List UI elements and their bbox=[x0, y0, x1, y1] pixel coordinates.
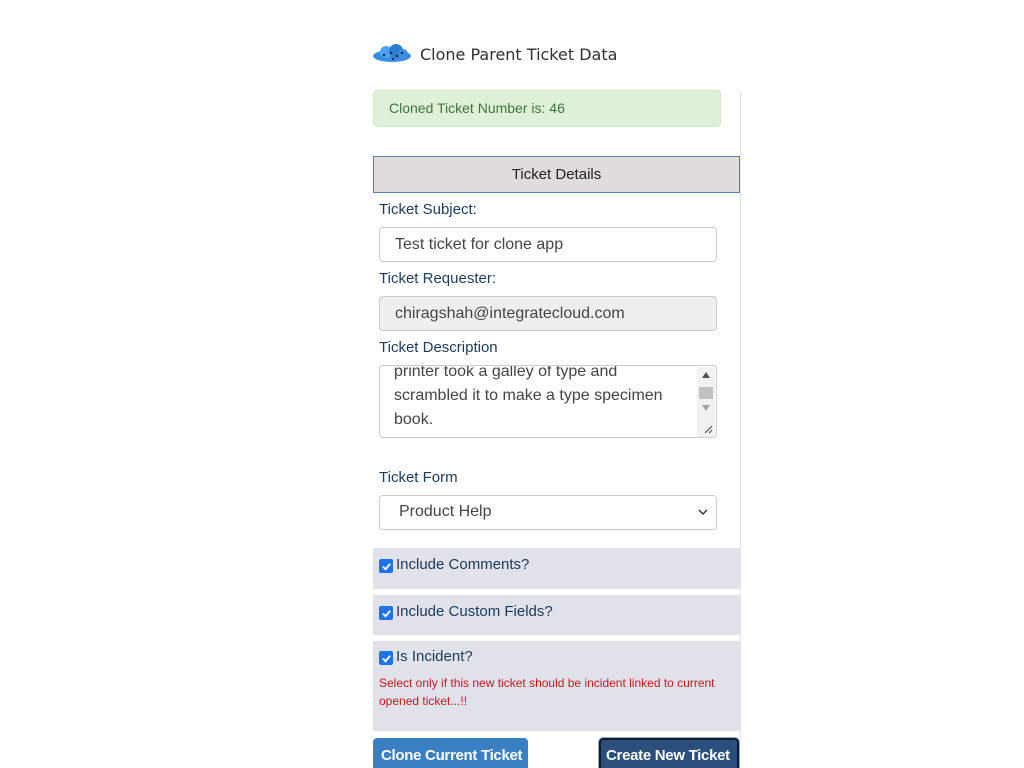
chevron-down-icon bbox=[698, 509, 708, 516]
include-comments-checkbox[interactable] bbox=[379, 559, 393, 573]
alert-message: Cloned Ticket Number is: 46 bbox=[389, 100, 565, 116]
app-header: Clone Parent Ticket Data bbox=[372, 40, 617, 68]
include-custom-fields-checkbox[interactable] bbox=[379, 606, 393, 620]
ticket-form-select[interactable]: Product Help bbox=[379, 495, 717, 530]
checkmark-icon bbox=[381, 609, 391, 618]
include-comments-row: Include Comments? bbox=[373, 548, 740, 589]
incident-warning-note: Select only if this new ticket should be… bbox=[379, 676, 715, 708]
form-label: Ticket Form bbox=[379, 469, 458, 486]
include-comments-label[interactable]: Include Comments? bbox=[396, 556, 529, 573]
is-incident-checkbox[interactable] bbox=[379, 651, 393, 665]
subject-input[interactable] bbox=[379, 227, 717, 262]
is-incident-row: Is Incident? Select only if this new tic… bbox=[373, 641, 740, 731]
checkmark-icon bbox=[381, 562, 391, 571]
panel-divider bbox=[740, 90, 741, 740]
description-text: printer took a galley of type and scramb… bbox=[394, 365, 663, 428]
create-new-ticket-button[interactable]: Create New Ticket bbox=[598, 737, 740, 768]
subject-label: Ticket Subject: bbox=[379, 201, 477, 218]
page-title: Clone Parent Ticket Data bbox=[420, 44, 618, 64]
clone-current-ticket-button[interactable]: Clone Current Ticket bbox=[373, 738, 528, 768]
is-incident-label[interactable]: Is Incident? bbox=[396, 648, 473, 665]
section-title: Ticket Details bbox=[511, 166, 602, 183]
description-label: Ticket Description bbox=[379, 339, 498, 356]
success-alert: Cloned Ticket Number is: 46 bbox=[373, 90, 721, 127]
ticket-form-selected: Product Help bbox=[399, 503, 492, 520]
scroll-up-arrow-icon[interactable] bbox=[702, 372, 710, 378]
section-header-ticket-details: Ticket Details bbox=[373, 156, 740, 193]
requester-label: Ticket Requester: bbox=[379, 270, 496, 287]
cloud-logo-icon bbox=[373, 44, 411, 62]
requester-input[interactable] bbox=[379, 296, 717, 331]
scroll-thumb[interactable] bbox=[699, 387, 713, 399]
include-custom-fields-label[interactable]: Include Custom Fields? bbox=[396, 603, 553, 620]
checkmark-icon bbox=[381, 654, 391, 663]
scroll-down-arrow-icon[interactable] bbox=[702, 405, 710, 411]
include-custom-fields-row: Include Custom Fields? bbox=[373, 595, 740, 635]
resize-grip-icon[interactable] bbox=[703, 424, 713, 434]
description-textarea[interactable]: printer took a galley of type and scramb… bbox=[379, 365, 717, 438]
